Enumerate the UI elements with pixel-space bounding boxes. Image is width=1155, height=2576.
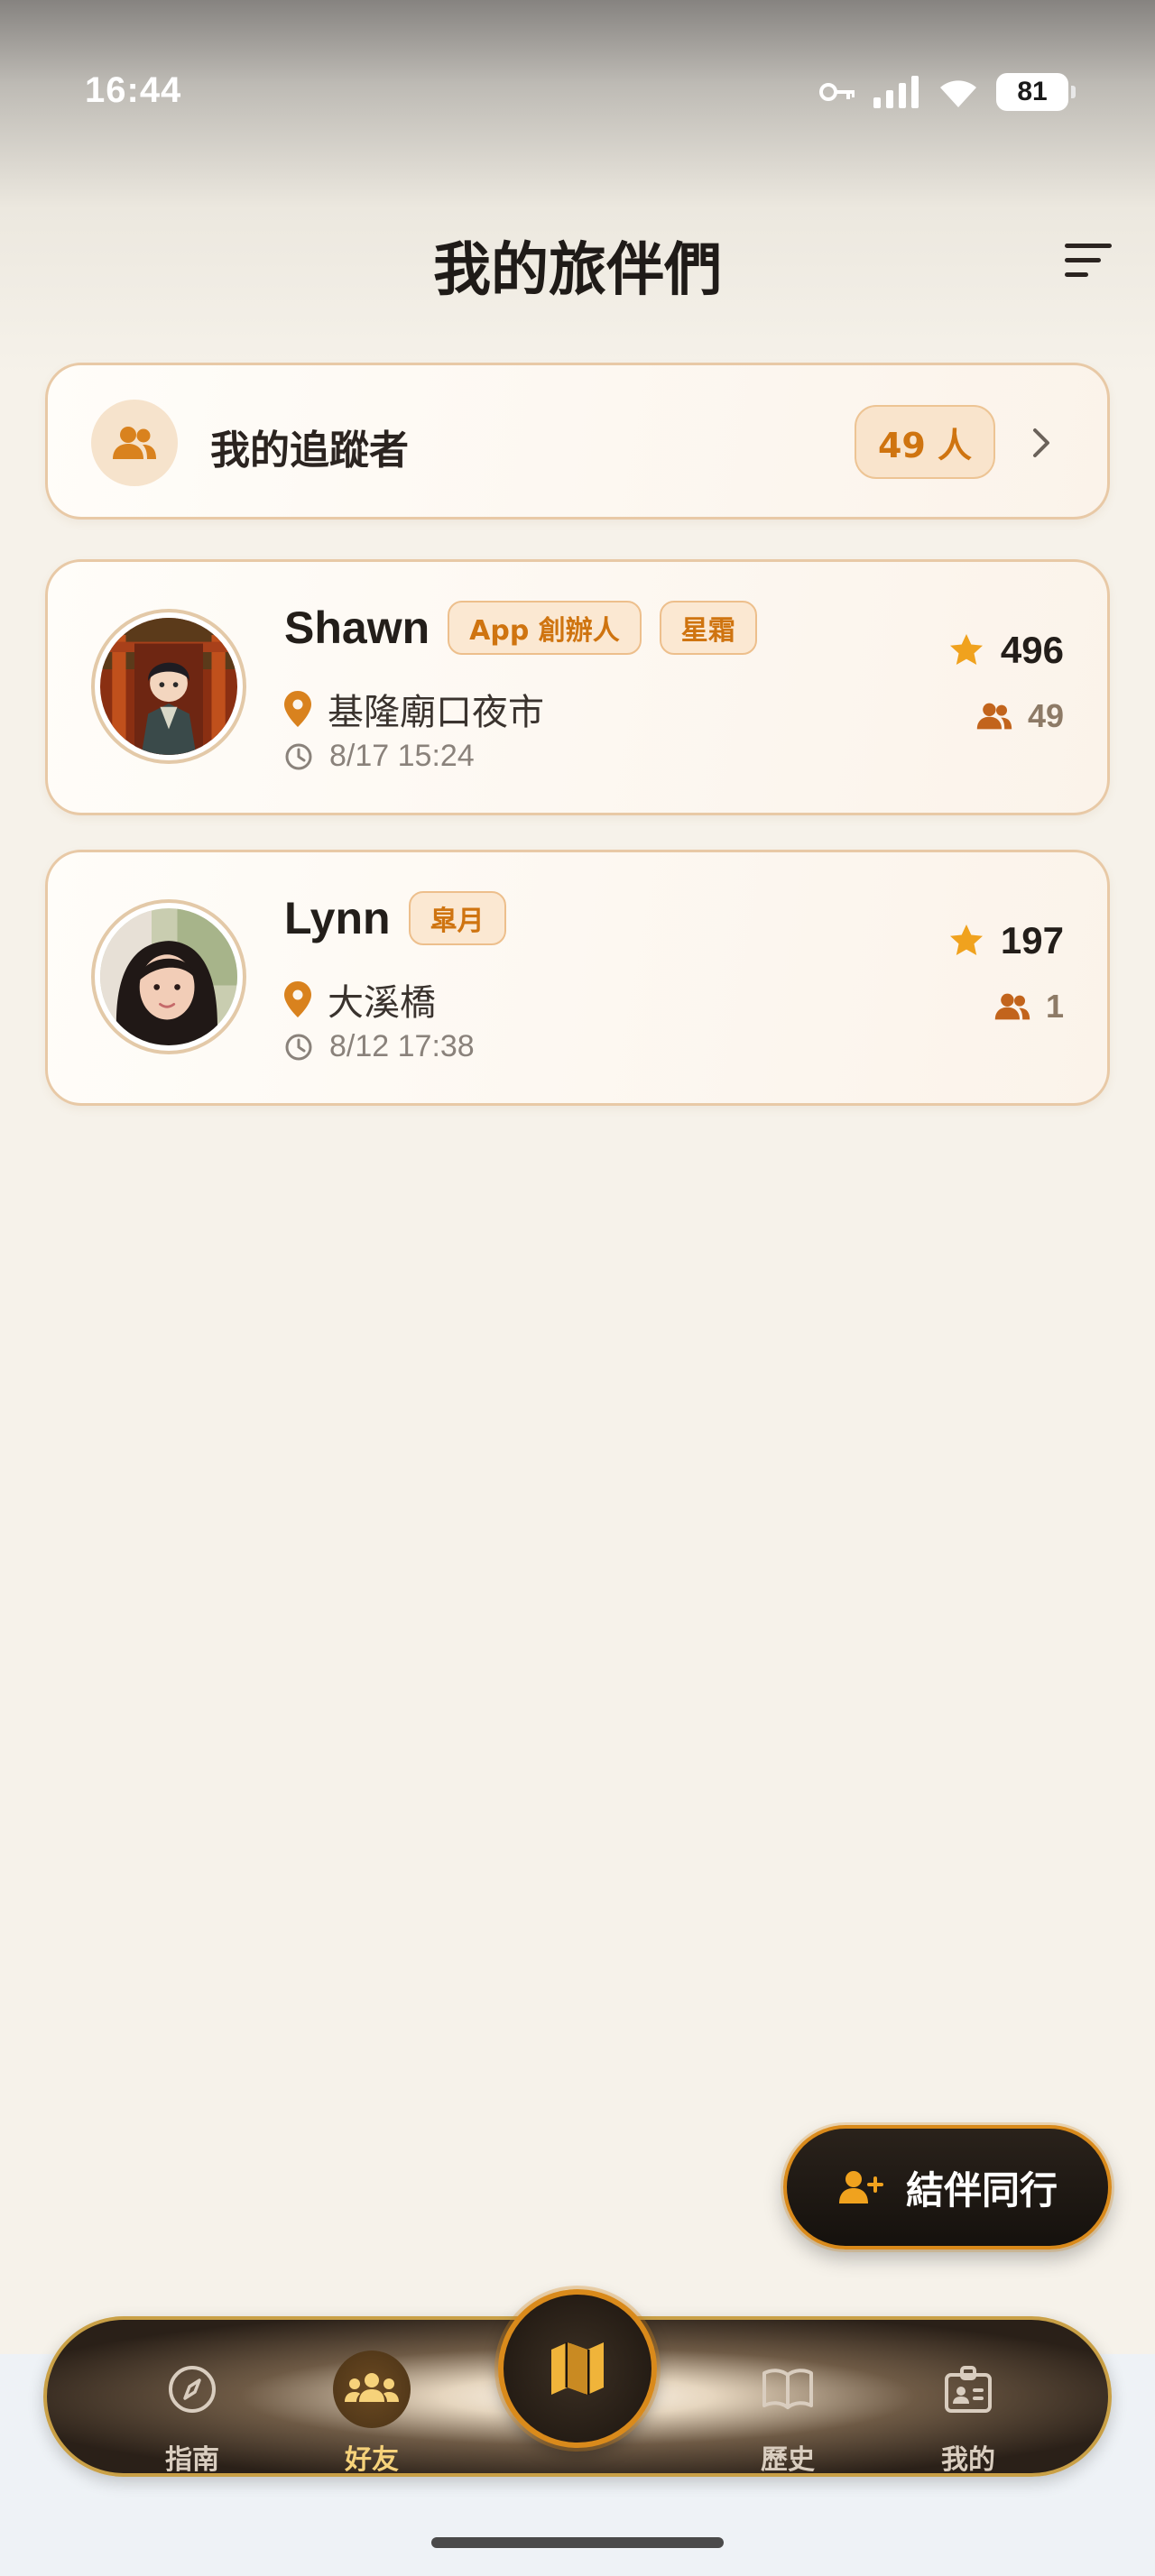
location-row: 大溪橋 xyxy=(284,973,436,1026)
last-seen-time: 8/17 15:24 xyxy=(329,739,475,773)
followers-count-badge: 49 人 xyxy=(855,405,995,479)
star-icon xyxy=(949,634,983,665)
avatar-image xyxy=(100,618,237,755)
people-icon xyxy=(113,427,156,459)
tag-title: 皐月 xyxy=(408,891,506,945)
sort-button[interactable] xyxy=(1059,236,1117,283)
map-icon xyxy=(551,2342,604,2395)
friend-card-lynn[interactable]: Lynn 皐月 大溪橋 8/12 17:38 197 1 xyxy=(45,850,1110,1106)
stars-count: 197 xyxy=(1000,919,1064,961)
friend-followers-row: 49 xyxy=(975,697,1064,735)
tab-label: 歷史 xyxy=(761,2444,815,2476)
name-row: Shawn App 創辦人 星霜 xyxy=(284,598,757,658)
home-indicator xyxy=(431,2537,724,2548)
friend-name: Lynn xyxy=(284,893,391,943)
book-icon xyxy=(762,2369,813,2409)
map-button[interactable] xyxy=(498,2289,657,2448)
id-badge-icon xyxy=(945,2366,992,2413)
star-icon xyxy=(949,925,983,955)
location-text: 大溪橋 xyxy=(328,982,436,1024)
chevron-right-icon xyxy=(1033,428,1049,457)
location-pin-icon xyxy=(284,981,311,1017)
tab-label: 好友 xyxy=(345,2444,399,2476)
clock-icon xyxy=(285,1034,312,1060)
time-row: 8/17 15:24 xyxy=(284,739,475,774)
followers-icon-circle xyxy=(91,400,178,486)
location-pin-icon xyxy=(284,691,311,727)
battery-level: 81 xyxy=(1017,77,1048,106)
followers-card[interactable]: 我的追蹤者 49 人 xyxy=(45,363,1110,520)
status-bar: 16:44 81 xyxy=(0,0,1155,180)
friend-name: Shawn xyxy=(284,603,430,653)
companion-fab-button[interactable]: 結伴同行 xyxy=(783,2125,1112,2249)
friend-followers-row: 1 xyxy=(993,988,1064,1026)
tag-founder: App 創辦人 xyxy=(448,601,642,655)
sort-icon xyxy=(1065,244,1112,277)
friend-card-shawn[interactable]: Shawn App 創辦人 星霜 基隆廟口夜市 8/17 15:24 496 4… xyxy=(45,559,1110,815)
tab-history[interactable]: 歷史 xyxy=(716,2320,860,2480)
battery-icon: 81 xyxy=(996,73,1076,111)
status-icons: 81 xyxy=(819,70,1076,114)
tab-guide[interactable]: 指南 xyxy=(120,2320,264,2480)
last-seen-time: 8/12 17:38 xyxy=(329,1029,475,1063)
stars-row: 197 xyxy=(948,919,1064,962)
friend-followers-count: 1 xyxy=(1045,988,1064,1025)
location-row: 基隆廟口夜市 xyxy=(284,683,544,735)
avatar xyxy=(91,899,246,1054)
time-row: 8/12 17:38 xyxy=(284,1029,475,1064)
tab-label: 我的 xyxy=(941,2444,995,2476)
name-row: Lynn 皐月 xyxy=(284,888,506,948)
people-icon xyxy=(976,703,1012,730)
group-icon xyxy=(345,2373,399,2402)
tab-me[interactable]: 我的 xyxy=(896,2320,1040,2480)
fab-label: 結伴同行 xyxy=(905,2167,1058,2213)
tab-friends[interactable]: 好友 xyxy=(300,2320,444,2480)
add-person-icon xyxy=(838,2171,883,2203)
tab-label: 指南 xyxy=(165,2444,219,2476)
page-title: 我的旅伴們 xyxy=(433,237,722,304)
status-time: 16:44 xyxy=(85,70,182,110)
key-icon xyxy=(819,81,857,103)
avatar-image xyxy=(100,908,237,1045)
tag-title: 星霜 xyxy=(659,601,757,655)
wifi-icon xyxy=(937,75,980,109)
people-icon xyxy=(994,993,1030,1020)
signal-icon xyxy=(873,76,920,108)
stars-row: 496 xyxy=(948,629,1064,672)
location-text: 基隆廟口夜市 xyxy=(328,692,544,733)
avatar xyxy=(91,609,246,764)
friend-followers-count: 49 xyxy=(1027,697,1064,734)
compass-icon xyxy=(169,2366,216,2413)
stars-count: 496 xyxy=(1000,629,1064,671)
clock-icon xyxy=(285,743,312,769)
followers-label: 我的追蹤者 xyxy=(210,428,409,474)
